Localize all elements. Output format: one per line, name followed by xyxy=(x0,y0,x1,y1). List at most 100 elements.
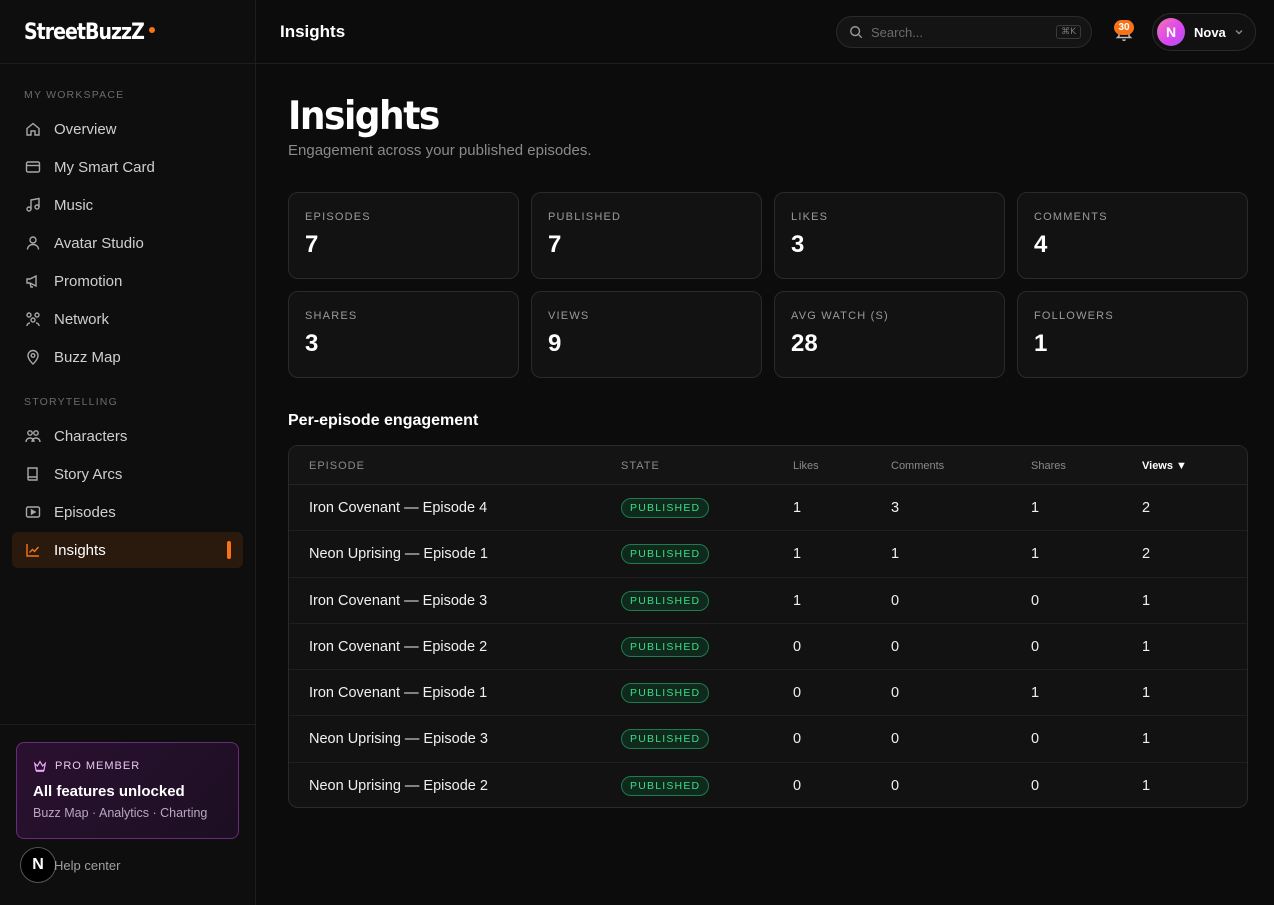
stat-label: SHARES xyxy=(305,310,358,322)
cell-episode[interactable]: Iron Covenant — Episode 2 xyxy=(309,639,487,655)
stat-value: 9 xyxy=(548,330,562,357)
brand-dot-icon xyxy=(148,26,155,33)
cell-likes: 0 xyxy=(793,731,802,748)
sidebar: StreetBuzzZ MY WORKSPACE Overview My Sma… xyxy=(0,0,256,905)
sidebar-footer: PRO MEMBER All features unlocked Buzz Ma… xyxy=(0,724,255,905)
stat-card-comments: COMMENTS 4 xyxy=(1017,192,1248,279)
user-icon xyxy=(25,235,41,251)
stat-card-followers: FOLLOWERS 1 xyxy=(1017,291,1248,378)
nav-section-storytelling: STORYTELLING xyxy=(24,396,118,408)
table-row[interactable]: Neon Uprising — Episode 2 PUBLISHED 0 0 0 1 xyxy=(289,763,1247,807)
cell-shares: 0 xyxy=(1031,731,1040,748)
stat-label: EPISODES xyxy=(305,211,371,223)
sidebar-item-label: Avatar Studio xyxy=(54,234,144,252)
cell-shares: 1 xyxy=(1031,685,1040,702)
sidebar-item-label: Promotion xyxy=(54,272,123,290)
cell-episode[interactable]: Neon Uprising — Episode 3 xyxy=(309,731,488,747)
map-pin-icon xyxy=(25,349,41,365)
search-shortcut: ⌘K xyxy=(1056,25,1081,39)
cell-episode[interactable]: Iron Covenant — Episode 1 xyxy=(309,685,487,701)
table-row[interactable]: Iron Covenant — Episode 3 PUBLISHED 1 0 0 1 xyxy=(289,578,1247,624)
user-menu[interactable]: N Nova xyxy=(1152,13,1256,51)
sidebar-item-label: Episodes xyxy=(54,503,116,521)
card-icon xyxy=(25,159,41,175)
cell-views: 2 xyxy=(1142,546,1151,563)
notification-badge: 30 xyxy=(1114,20,1134,35)
stat-value: 3 xyxy=(305,330,319,357)
column-header-shares[interactable]: Shares xyxy=(1031,460,1066,472)
sidebar-item-episodes[interactable]: Episodes xyxy=(12,494,243,530)
cell-comments: 3 xyxy=(891,500,900,516)
help-center-link[interactable]: N Help center xyxy=(20,847,120,883)
column-header-episode[interactable]: EPISODE xyxy=(309,460,365,472)
cell-episode[interactable]: Iron Covenant — Episode 4 xyxy=(309,500,487,516)
sidebar-item-insights[interactable]: Insights xyxy=(12,532,243,568)
user-name: Nova xyxy=(1194,24,1226,40)
cell-views: 1 xyxy=(1142,592,1151,609)
network-icon xyxy=(25,311,41,327)
stat-label: VIEWS xyxy=(548,310,590,322)
active-indicator xyxy=(227,541,231,559)
sidebar-item-overview[interactable]: Overview xyxy=(12,111,243,147)
column-header-likes[interactable]: Likes xyxy=(793,460,819,472)
sidebar-item-characters[interactable]: Characters xyxy=(12,418,243,454)
pro-subtitle: Buzz Map · Analytics · Charting xyxy=(33,806,208,820)
search-icon xyxy=(850,26,863,39)
cell-episode[interactable]: Neon Uprising — Episode 1 xyxy=(309,546,488,562)
cell-likes: 0 xyxy=(793,685,802,702)
sidebar-item-avatar-studio[interactable]: Avatar Studio xyxy=(12,225,243,261)
stat-value: 3 xyxy=(791,231,805,258)
column-header-state[interactable]: STATE xyxy=(621,460,660,472)
search-box[interactable]: ⌘K xyxy=(836,16,1092,48)
cell-views: 1 xyxy=(1142,685,1151,702)
sidebar-item-label: Characters xyxy=(54,427,128,445)
stat-label: PUBLISHED xyxy=(548,211,622,223)
sidebar-item-label: Overview xyxy=(54,120,117,138)
page-title: Insights xyxy=(288,94,440,140)
cell-episode[interactable]: Neon Uprising — Episode 2 xyxy=(309,778,488,794)
pro-title: All features unlocked xyxy=(33,783,185,800)
header-title: Insights xyxy=(280,21,346,41)
table-row[interactable]: Neon Uprising — Episode 1 PUBLISHED 1 1 1 2 xyxy=(289,531,1247,578)
page-subtitle: Engagement across your published episode… xyxy=(288,142,592,159)
status-badge: PUBLISHED xyxy=(621,683,710,704)
cell-shares: 0 xyxy=(1031,592,1040,609)
stat-label: FOLLOWERS xyxy=(1034,310,1114,322)
cell-shares: 1 xyxy=(1031,500,1040,516)
sidebar-item-my-smart-card[interactable]: My Smart Card xyxy=(12,149,243,185)
book-icon xyxy=(25,466,41,482)
cell-episode[interactable]: Iron Covenant — Episode 3 xyxy=(309,593,487,609)
status-badge: PUBLISHED xyxy=(621,775,710,796)
home-icon xyxy=(25,121,41,137)
sidebar-item-buzz-map[interactable]: Buzz Map xyxy=(12,339,243,375)
stat-value: 7 xyxy=(305,231,319,258)
video-icon xyxy=(25,504,41,520)
table-row[interactable]: Neon Uprising — Episode 3 PUBLISHED 0 0 0 1 xyxy=(289,716,1247,763)
sidebar-item-story-arcs[interactable]: Story Arcs xyxy=(12,456,243,492)
brand[interactable]: StreetBuzzZ xyxy=(0,0,255,64)
stat-card-views: VIEWS 9 xyxy=(531,291,762,378)
megaphone-icon xyxy=(25,273,41,289)
table-row[interactable]: Iron Covenant — Episode 1 PUBLISHED 0 0 1 1 xyxy=(289,670,1247,717)
status-badge: PUBLISHED xyxy=(621,636,710,657)
stat-value: 7 xyxy=(548,231,562,258)
crown-icon xyxy=(33,760,47,772)
table-row[interactable]: Iron Covenant — Episode 2 PUBLISHED 0 0 0 1 xyxy=(289,624,1247,671)
sidebar-item-promotion[interactable]: Promotion xyxy=(12,263,243,299)
search-input[interactable] xyxy=(871,24,1041,40)
status-badge: PUBLISHED xyxy=(621,590,710,611)
cell-comments: 0 xyxy=(891,638,900,655)
sidebar-item-network[interactable]: Network xyxy=(12,301,243,337)
cell-comments: 0 xyxy=(891,777,900,794)
sidebar-item-music[interactable]: Music xyxy=(12,187,243,223)
pro-member-card[interactable]: PRO MEMBER All features unlocked Buzz Ma… xyxy=(16,742,239,839)
help-center-label: Help center xyxy=(54,857,121,873)
table-row[interactable]: Iron Covenant — Episode 4 PUBLISHED 1 3 1 2 xyxy=(289,485,1247,532)
sidebar-item-label: Insights xyxy=(54,541,106,559)
column-header-views[interactable]: Views ▼ xyxy=(1142,460,1187,472)
sidebar-item-label: My Smart Card xyxy=(54,158,155,176)
column-header-comments[interactable]: Comments xyxy=(891,460,944,472)
status-badge: PUBLISHED xyxy=(621,498,710,518)
brand-logo: StreetBuzzZ xyxy=(24,18,145,45)
stat-label: COMMENTS xyxy=(1034,211,1108,223)
